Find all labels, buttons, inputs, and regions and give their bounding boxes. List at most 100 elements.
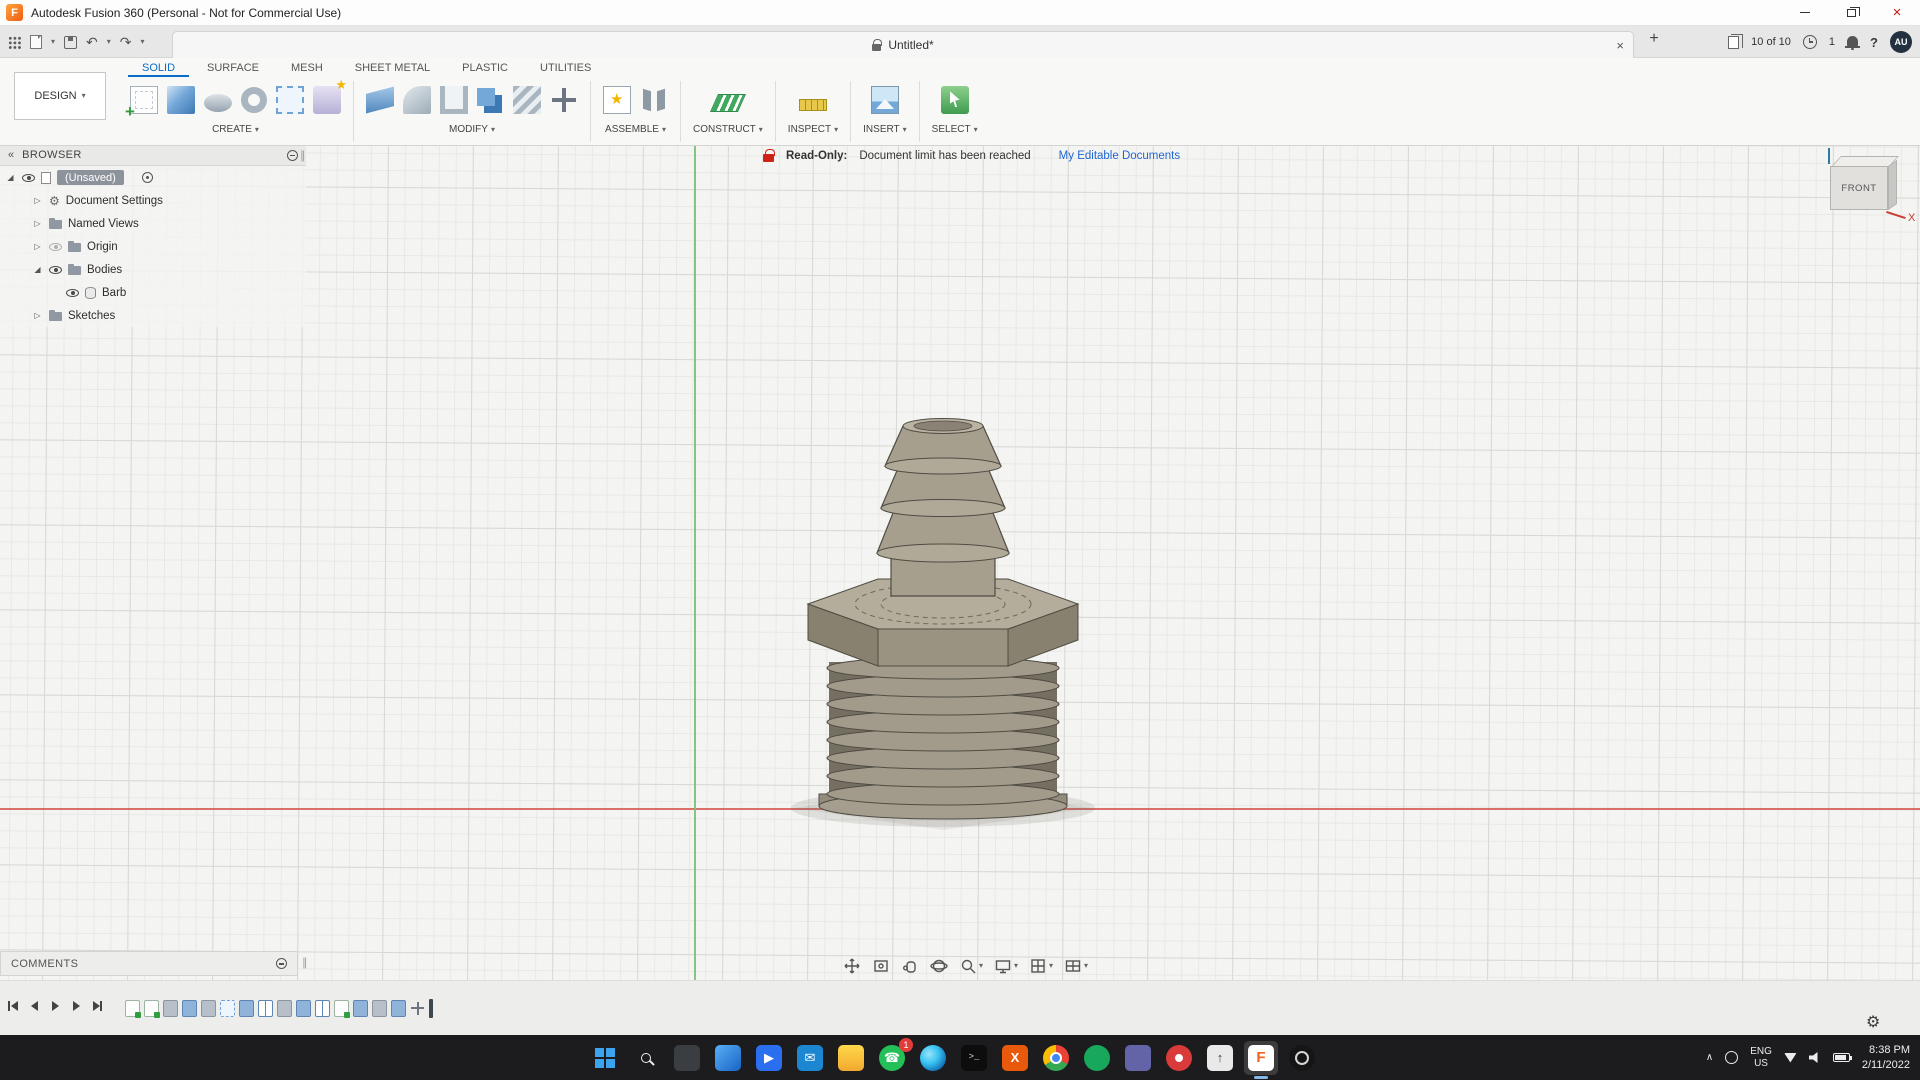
taskbar-app-edge[interactable] [916,1041,950,1075]
timeline-feature[interactable] [277,1000,292,1017]
visibility-eye-icon[interactable] [66,288,79,298]
timeline-feature[interactable] [144,1000,159,1017]
combine-button[interactable] [477,94,504,106]
app-grid-icon[interactable] [8,36,21,49]
insert-menu[interactable]: INSERT▾ [863,124,907,135]
document-tab[interactable]: Untitled* × [172,31,1634,58]
modify-menu[interactable]: MODIFY▾ [449,124,495,135]
grid-settings-icon[interactable]: ▾ [1029,957,1053,975]
zoom-icon[interactable]: ▾ [959,957,983,975]
fillet-button[interactable] [403,86,431,114]
wifi-icon[interactable] [1784,1053,1797,1063]
job-clock-icon[interactable] [1803,35,1817,49]
shell-button[interactable] [440,86,468,114]
workspace-selector[interactable]: DESIGN ▾ [14,72,106,120]
taskbar-start-button[interactable] [588,1041,622,1075]
timeline-feature[interactable] [296,1000,311,1017]
tray-circle-icon[interactable] [1725,1051,1738,1064]
taskbar-app-mail[interactable]: ✉ [793,1041,827,1075]
viewcube[interactable]: Z FRONT X [1822,150,1918,246]
primitive-box-button[interactable] [167,86,195,114]
browser-row-sketches[interactable]: ▷ Sketches [0,304,306,327]
taskbar-app-fusion[interactable]: F [1244,1041,1278,1075]
measure-button[interactable] [799,90,827,111]
browser-row-origin[interactable]: ▷ Origin [0,235,306,258]
timeline-feature[interactable] [201,1000,216,1017]
redo-caret-icon[interactable]: ▾ [141,38,145,46]
press-pull-button[interactable] [366,86,394,114]
timeline-feature[interactable] [220,1000,235,1017]
minimize-button[interactable] [1782,0,1828,25]
timeline-feature[interactable] [163,1000,178,1017]
select-button[interactable] [941,86,969,114]
taskbar-app-indigo[interactable] [1121,1041,1155,1075]
taskbar-app-chrome[interactable] [1039,1041,1073,1075]
close-button[interactable]: × [1874,0,1920,25]
visibility-eye-icon[interactable] [22,173,35,183]
taskbar-app-photos[interactable] [711,1041,745,1075]
look-at-icon[interactable] [872,957,890,975]
document-tab-close-icon[interactable]: × [1616,38,1624,53]
taskbar-app-arrow[interactable]: ↑ [1203,1041,1237,1075]
timeline-feature[interactable] [353,1000,368,1017]
browser-collapse-icon[interactable]: « [8,149,14,161]
timeline-feature[interactable] [182,1000,197,1017]
tab-solid[interactable]: SOLID [128,60,189,77]
tray-overflow-icon[interactable]: ∧ [1706,1052,1713,1063]
taskbar-app-whatsapp[interactable]: ☎1 [875,1041,909,1075]
pan-icon[interactable] [843,957,861,975]
new-tab-button[interactable]: + [1644,30,1664,48]
timeline-feature[interactable] [334,1000,349,1017]
timeline-feature[interactable] [258,1000,273,1017]
plastic-feature-button[interactable] [313,86,341,114]
viewports-icon[interactable]: ▾ [1064,957,1088,975]
tab-mesh[interactable]: MESH [277,60,337,77]
my-editable-documents-link[interactable]: My Editable Documents [1059,150,1180,162]
inspect-menu[interactable]: INSPECT▾ [788,124,838,135]
timeline-feature[interactable] [391,1000,406,1017]
visibility-eye-icon[interactable] [49,242,62,252]
settings-gear-icon[interactable]: ⚙ [1866,1012,1880,1032]
comments-bar[interactable]: COMMENTS [0,951,298,976]
notifications-bell-icon[interactable] [1847,36,1858,46]
taskbar-app-terminal[interactable]: >_ [957,1041,991,1075]
joint-button[interactable] [640,86,668,114]
pattern-button[interactable] [276,86,304,114]
timeline-go-to-start-button[interactable] [6,999,20,1018]
construct-menu[interactable]: CONSTRUCT▾ [693,124,763,135]
timeline-feature[interactable] [410,1000,425,1017]
browser-row-root[interactable]: ◢ (Unsaved) [0,166,306,189]
split-body-button[interactable] [513,86,541,114]
assemble-menu[interactable]: ASSEMBLE▾ [605,124,666,135]
battery-icon[interactable] [1833,1053,1850,1062]
help-icon[interactable]: ? [1870,35,1878,50]
activate-radio-icon[interactable] [142,172,153,183]
viewcube-side-face[interactable] [1888,160,1897,210]
timeline-feature[interactable] [125,1000,140,1017]
restore-button[interactable] [1828,0,1874,25]
expand-icon[interactable]: ▷ [32,311,43,320]
browser-display-toggle-icon[interactable] [287,150,298,161]
create-sketch-button[interactable] [130,86,158,114]
pan-hand-icon[interactable] [901,957,919,975]
comments-toggle-icon[interactable] [276,958,287,969]
taskbar-search-button[interactable] [629,1041,663,1075]
taskbar-app-dark[interactable] [1285,1041,1319,1075]
expand-icon[interactable]: ◢ [5,173,16,182]
timeline-feature[interactable] [372,1000,387,1017]
torus-button[interactable] [241,87,267,113]
browser-row-named-views[interactable]: ▷ Named Views [0,212,306,235]
file-menu-icon[interactable] [30,35,42,49]
expand-icon[interactable]: ▷ [32,196,43,205]
avatar[interactable]: AU [1890,31,1912,53]
browser-row-bodies[interactable]: ◢ Bodies [0,258,306,281]
visibility-eye-icon[interactable] [49,265,62,275]
timeline-feature[interactable] [239,1000,254,1017]
taskbar-app-media[interactable]: ▶ [752,1041,786,1075]
insert-image-button[interactable] [871,86,899,114]
construct-plane-button[interactable] [714,88,742,112]
orbit-icon[interactable] [930,957,948,975]
timeline-go-to-end-button[interactable] [90,999,104,1018]
tab-utilities[interactable]: UTILITIES [526,60,605,77]
timeline-play-button[interactable] [48,999,62,1018]
